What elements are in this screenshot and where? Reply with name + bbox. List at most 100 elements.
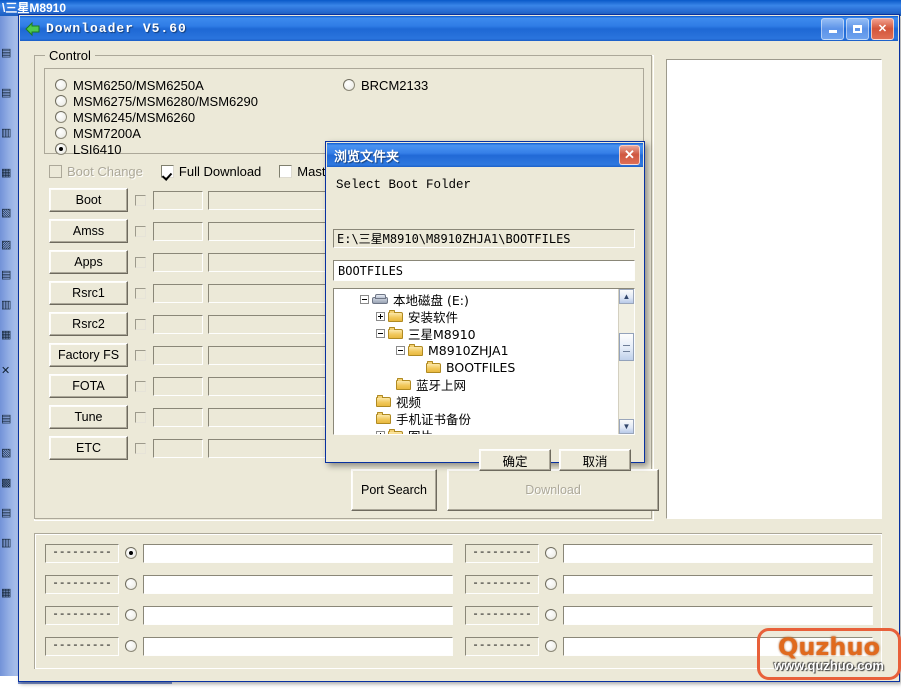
radio-label: LSI6410 bbox=[73, 141, 122, 157]
sidebar-icon-lock: ▤ bbox=[1, 507, 12, 519]
etc-button[interactable]: ETC bbox=[49, 436, 128, 460]
boot-button[interactable]: Boot bbox=[49, 188, 128, 212]
expand-icon[interactable] bbox=[376, 312, 385, 321]
apps-size-field bbox=[153, 252, 203, 272]
boot-size-field bbox=[153, 190, 203, 210]
factory-fs-row-checkbox[interactable] bbox=[135, 349, 146, 361]
port-status-8: --------- bbox=[465, 636, 539, 656]
ports-groupbox: --------- --------- --------- --------- bbox=[34, 533, 882, 669]
watermark-brand: Quzhuo bbox=[777, 633, 881, 661]
port-field-6[interactable] bbox=[563, 574, 873, 594]
ok-button[interactable]: 确定 bbox=[479, 449, 551, 471]
port-row-6: --------- bbox=[465, 573, 873, 595]
site-watermark: Quzhuo www.quzhuo.com bbox=[757, 628, 901, 680]
etc-row-checkbox[interactable] bbox=[135, 442, 146, 454]
tree-node-bootfiles[interactable]: BOOTFILES bbox=[334, 359, 620, 376]
radio-brcm2133[interactable]: BRCM2133 bbox=[343, 77, 428, 93]
apps-row-checkbox[interactable] bbox=[135, 256, 146, 268]
checkbox-boot-change[interactable]: Boot Change bbox=[49, 164, 143, 179]
port-search-button[interactable]: Port Search bbox=[351, 469, 437, 511]
tree-node-bluetooth-net[interactable]: 蓝牙上网 bbox=[334, 376, 620, 393]
fota-row-checkbox[interactable] bbox=[135, 380, 146, 392]
checkbox-indicator bbox=[49, 165, 62, 178]
folder-icon bbox=[388, 327, 404, 340]
tune-button[interactable]: Tune bbox=[49, 405, 128, 429]
folder-icon bbox=[376, 395, 392, 408]
control-legend: Control bbox=[45, 48, 95, 63]
port-field-2[interactable] bbox=[143, 574, 453, 594]
log-output-panel[interactable] bbox=[666, 59, 882, 519]
download-button[interactable]: Download bbox=[447, 469, 659, 511]
expand-icon[interactable] bbox=[376, 431, 385, 434]
port-radio-6[interactable] bbox=[545, 578, 557, 590]
folder-tree[interactable]: 本地磁盘 (E:) 安装软件 三星M8910 M8910ZHJA1 BOOTFI… bbox=[334, 289, 620, 434]
port-radio-4[interactable] bbox=[125, 640, 137, 652]
rsrc1-button[interactable]: Rsrc1 bbox=[49, 281, 128, 305]
port-field-1[interactable] bbox=[143, 543, 453, 563]
maximize-button[interactable] bbox=[846, 17, 869, 40]
radio-lsi6410[interactable]: LSI6410 bbox=[55, 141, 121, 157]
collapse-icon[interactable] bbox=[360, 295, 369, 304]
sidebar-icon-box: ▩ bbox=[1, 477, 12, 489]
sidebar-icon-back: ▤ bbox=[1, 87, 12, 99]
tree-vertical-scrollbar[interactable]: ▲ ▼ bbox=[618, 289, 634, 434]
radio-msm6245[interactable]: MSM6245/MSM6260 bbox=[55, 109, 195, 125]
tree-node-m8910zhja1[interactable]: M8910ZHJA1 bbox=[334, 342, 620, 359]
drive-icon bbox=[372, 293, 389, 306]
minimize-button[interactable] bbox=[821, 17, 844, 40]
port-field-3[interactable] bbox=[143, 605, 453, 625]
close-button[interactable]: ✕ bbox=[871, 17, 894, 40]
radio-msm6250[interactable]: MSM6250/MSM6250A bbox=[55, 77, 204, 93]
tree-node-label: 三星M8910 bbox=[408, 327, 476, 342]
port-radio-8[interactable] bbox=[545, 640, 557, 652]
rsrc1-row-checkbox[interactable] bbox=[135, 287, 146, 299]
tune-row-checkbox[interactable] bbox=[135, 411, 146, 423]
port-radio-1[interactable] bbox=[125, 547, 137, 559]
checkbox-full-download[interactable]: Full Download bbox=[160, 164, 261, 179]
factory-fs-size-field bbox=[153, 345, 203, 365]
tree-node-pictures[interactable]: 图片 bbox=[334, 427, 620, 434]
tree-node-video[interactable]: 视频 bbox=[334, 393, 620, 410]
minimize-icon bbox=[828, 30, 837, 33]
port-radio-5[interactable] bbox=[545, 547, 557, 559]
fota-button[interactable]: FOTA bbox=[49, 374, 128, 398]
browse-dialog-close-button[interactable]: ✕ bbox=[619, 145, 640, 165]
port-radio-7[interactable] bbox=[545, 609, 557, 621]
scroll-down-button[interactable]: ▼ bbox=[619, 419, 634, 434]
amss-row-checkbox[interactable] bbox=[135, 225, 146, 237]
green-arrow-icon bbox=[25, 21, 41, 37]
amss-button[interactable]: Amss bbox=[49, 219, 128, 243]
port-status-1: --------- bbox=[45, 543, 119, 563]
radio-msm7200a[interactable]: MSM7200A bbox=[55, 125, 141, 141]
sidebar-icon-document: ▤ bbox=[1, 47, 12, 59]
rsrc2-row-checkbox[interactable] bbox=[135, 318, 146, 330]
port-field-5[interactable] bbox=[563, 543, 873, 563]
port-row-5: --------- bbox=[465, 542, 873, 564]
scroll-up-button[interactable]: ▲ bbox=[619, 289, 634, 304]
cancel-button[interactable]: 取消 bbox=[559, 449, 631, 471]
port-radio-3[interactable] bbox=[125, 609, 137, 621]
radio-indicator-selected bbox=[55, 143, 67, 155]
tree-node-label: 蓝牙上网 bbox=[416, 378, 467, 393]
tree-node-samsung-m8910[interactable]: 三星M8910 bbox=[334, 325, 620, 342]
factory-fs-button[interactable]: Factory FS bbox=[49, 343, 128, 367]
apps-button[interactable]: Apps bbox=[49, 250, 128, 274]
tree-node-local-disk[interactable]: 本地磁盘 (E:) bbox=[334, 291, 620, 308]
radio-msm6275[interactable]: MSM6275/MSM6280/MSM6290 bbox=[55, 93, 258, 109]
tree-node-install-software[interactable]: 安装软件 bbox=[334, 308, 620, 325]
folder-name-input[interactable]: BOOTFILES bbox=[333, 260, 635, 281]
collapse-icon[interactable] bbox=[376, 329, 385, 338]
tree-node-label: M8910ZHJA1 bbox=[428, 343, 509, 358]
downloader-titlebar: Downloader V5.60 ✕ bbox=[20, 16, 898, 41]
collapse-icon[interactable] bbox=[396, 346, 405, 355]
port-radio-2[interactable] bbox=[125, 578, 137, 590]
downloader-title: Downloader V5.60 bbox=[46, 21, 187, 36]
tune-size-field bbox=[153, 407, 203, 427]
port-field-4[interactable] bbox=[143, 636, 453, 656]
boot-row-checkbox[interactable] bbox=[135, 194, 146, 206]
rsrc2-button[interactable]: Rsrc2 bbox=[49, 312, 128, 336]
tree-node-phone-cert-backup[interactable]: 手机证书备份 bbox=[334, 410, 620, 427]
sidebar-icon-folder: ▦ bbox=[1, 167, 12, 179]
scrollbar-thumb[interactable] bbox=[619, 333, 634, 361]
port-field-7[interactable] bbox=[563, 605, 873, 625]
